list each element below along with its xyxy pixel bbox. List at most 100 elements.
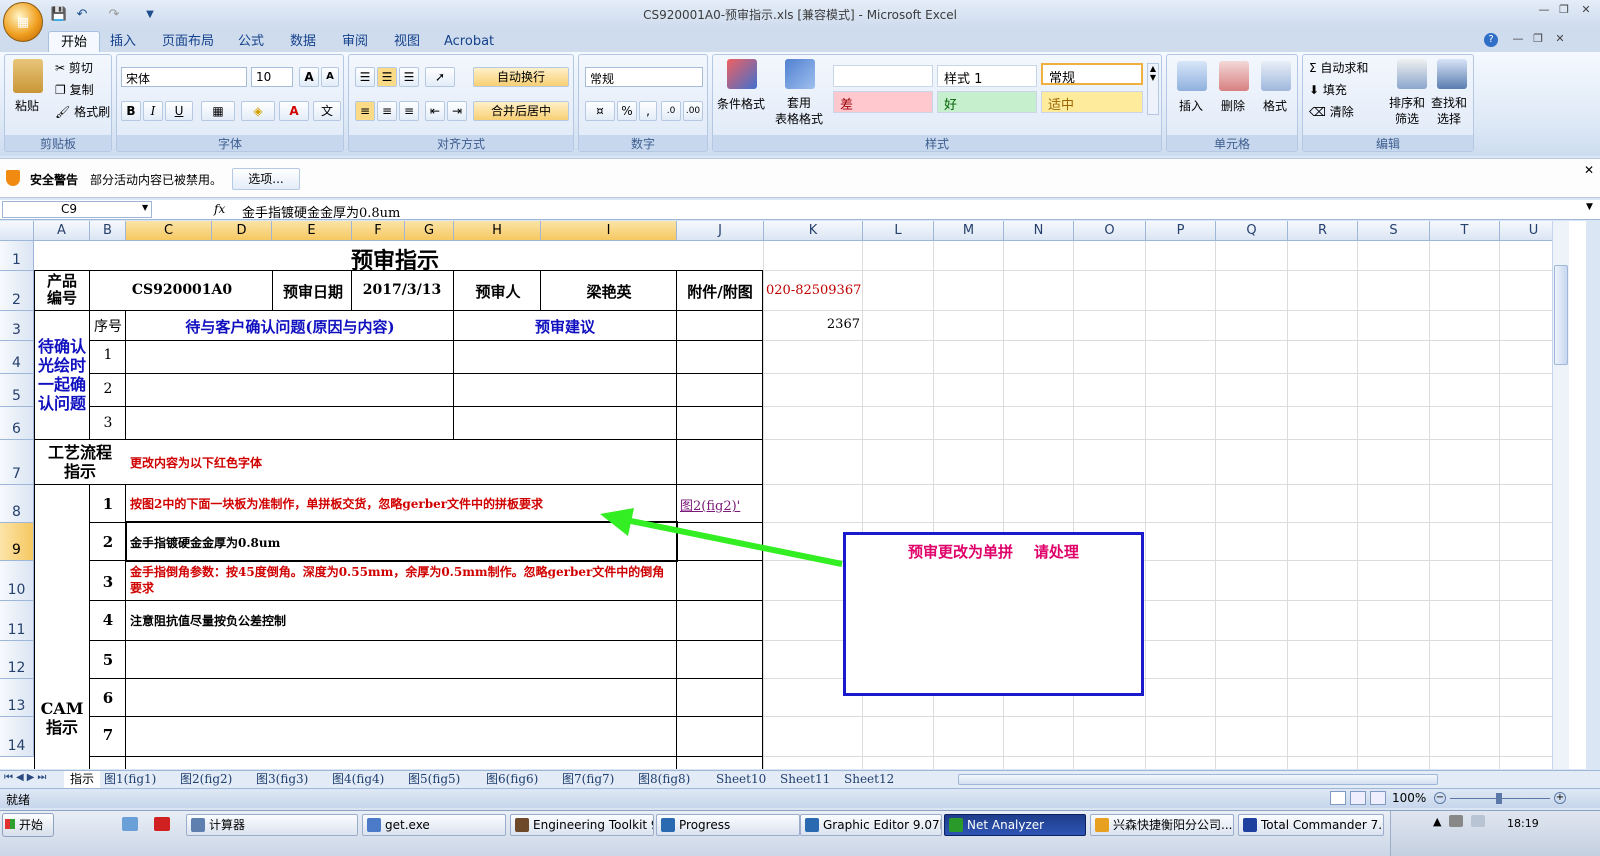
tab-acrobat[interactable]: Acrobat — [432, 31, 506, 52]
sheet-tab[interactable]: Sheet11 — [780, 771, 830, 788]
green-arrow[interactable] — [590, 506, 850, 576]
font-color-button[interactable]: A — [279, 101, 309, 121]
format-as-table-button[interactable]: 套用 表格格式 — [775, 95, 823, 127]
underline-button[interactable]: U — [165, 101, 193, 121]
tab-page-layout[interactable]: 页面布局 — [150, 31, 226, 52]
row-header[interactable]: 6 — [0, 407, 34, 440]
undo-icon[interactable]: ↶ — [72, 5, 92, 23]
sheet-tab[interactable]: 图6(fig6) — [486, 771, 538, 788]
align-top-button[interactable]: ☰ — [355, 67, 375, 87]
conditional-format-button[interactable]: 条件格式 — [717, 95, 765, 112]
select-all-corner[interactable] — [0, 221, 34, 241]
column-header[interactable]: O — [1074, 221, 1146, 241]
horizontal-scroll-thumb[interactable] — [958, 774, 1438, 785]
formula-expand-icon[interactable]: ▼ — [1586, 202, 1593, 212]
tray-network-icon[interactable] — [1449, 815, 1463, 827]
find-select-button[interactable]: 查找和 选择 — [1431, 95, 1467, 127]
style-normal-cell[interactable]: 常规 — [1041, 63, 1143, 86]
shrink-font-button[interactable]: A — [321, 67, 339, 87]
sort-filter-icon[interactable] — [1397, 59, 1427, 89]
copy-button[interactable]: ❐ 复制 — [55, 81, 94, 98]
vertical-scroll-thumb[interactable] — [1554, 265, 1568, 365]
taskbar-item[interactable]: Engineering Toolkit 9.... — [510, 814, 654, 836]
wrap-text-button[interactable]: 自动换行 — [473, 67, 569, 87]
row-header[interactable]: 11 — [0, 601, 34, 641]
workbook-close-icon[interactable]: ✕ — [1552, 32, 1568, 46]
conditional-format-icon[interactable] — [727, 59, 757, 89]
style-1-cell[interactable]: 样式 1 — [937, 65, 1037, 87]
sheet-tab[interactable]: 图2(fig2) — [180, 771, 232, 788]
row-header[interactable]: 8 — [0, 485, 34, 523]
column-header[interactable]: J — [677, 221, 764, 241]
formula-input[interactable]: 金手指镀硬金金厚为0.8um — [242, 202, 400, 221]
column-header[interactable]: R — [1288, 221, 1358, 241]
paste-button[interactable]: 粘贴 — [15, 97, 39, 114]
sheet-tab[interactable]: Sheet12 — [844, 771, 894, 788]
tab-review[interactable]: 审阅 — [330, 31, 380, 52]
sheet-tab[interactable]: Sheet10 — [716, 771, 766, 788]
tab-insert[interactable]: 插入 — [98, 31, 148, 52]
style-bad-cell[interactable]: 差 — [833, 91, 933, 113]
delete-cells-button[interactable]: 删除 — [1221, 97, 1245, 114]
row-header[interactable]: 10 — [0, 561, 34, 601]
tray-expand-icon[interactable]: ▲ — [1433, 815, 1441, 828]
page-layout-view-icon[interactable] — [1350, 791, 1366, 805]
sheet-nav-arrows-icon[interactable]: ⏮◀▶⏭ — [4, 772, 49, 783]
row-header[interactable]: 5 — [0, 374, 34, 407]
sheet-tab[interactable]: 图7(fig7) — [562, 771, 614, 788]
vertical-scrollbar[interactable] — [1552, 221, 1569, 769]
ribbon-restore-icon[interactable]: ❐ — [1530, 32, 1546, 46]
row-header[interactable]: 1 — [0, 241, 34, 271]
column-header[interactable]: Q — [1216, 221, 1288, 241]
sort-filter-button[interactable]: 排序和 筛选 — [1389, 95, 1425, 127]
row-header[interactable]: 12 — [0, 641, 34, 679]
cut-button[interactable]: ✂ 剪切 — [55, 59, 93, 76]
taskbar-item[interactable]: 计算器 — [186, 814, 358, 836]
security-options-button[interactable]: 选项... — [232, 168, 300, 190]
row-header[interactable]: 14 — [0, 717, 34, 757]
increase-indent-button[interactable]: ⇥ — [447, 101, 467, 121]
name-box[interactable]: C9 — [2, 201, 152, 218]
security-close-icon[interactable]: ✕ — [1584, 163, 1594, 177]
clear-button[interactable]: ⌫ 清除 — [1309, 103, 1354, 120]
normal-view-icon[interactable] — [1330, 791, 1346, 805]
font-name-combo[interactable]: 宋体 — [121, 67, 247, 87]
tab-view[interactable]: 视图 — [382, 31, 432, 52]
close-icon[interactable]: ✕ — [1578, 3, 1594, 17]
column-header[interactable]: C — [126, 221, 212, 241]
merge-center-button[interactable]: 合并后居中 — [473, 101, 569, 121]
zoom-in-icon[interactable]: + — [1554, 792, 1566, 804]
format-painter-button[interactable]: 🖌 格式刷 — [55, 103, 110, 120]
taskbar-item[interactable]: Total Commander 7.0 ... — [1238, 814, 1384, 836]
taskbar-item[interactable]: 兴森快捷衡阳分公司... — [1090, 814, 1234, 836]
tab-formulas[interactable]: 公式 — [226, 31, 276, 52]
row-header[interactable]: 2 — [0, 271, 34, 311]
grow-font-button[interactable]: A — [299, 67, 319, 87]
name-box-dropdown-icon[interactable]: ▼ — [142, 203, 148, 212]
column-header[interactable]: D — [212, 221, 272, 241]
row-header[interactable]: 7 — [0, 440, 34, 485]
row-header[interactable]: 13 — [0, 679, 34, 717]
accounting-format-button[interactable]: ¤ — [585, 101, 615, 121]
help-icon[interactable]: ? — [1484, 33, 1498, 47]
row-header[interactable]: 3 — [0, 311, 34, 341]
tab-home[interactable]: 开始 — [48, 31, 101, 52]
column-header[interactable]: G — [405, 221, 454, 241]
format-as-table-icon[interactable] — [785, 59, 815, 89]
fill-color-button[interactable]: ◈ — [241, 101, 275, 121]
tab-data[interactable]: 数据 — [278, 31, 328, 52]
align-middle-button[interactable]: ☰ — [377, 67, 397, 87]
sheet-tab[interactable]: 图4(fig4) — [332, 771, 384, 788]
sheet-tab[interactable]: 图5(fig5) — [408, 771, 460, 788]
align-left-button[interactable]: ≡ — [355, 101, 375, 121]
worksheet-grid[interactable]: ABCDEFGHIJKLMNOPQRSTU 1 2 3 4 5 6 7 8 9 10 11 12 13 1… — [0, 221, 1586, 769]
sheet-tab[interactable]: 指示 — [64, 771, 101, 788]
page-break-view-icon[interactable] — [1370, 791, 1386, 805]
fx-icon[interactable]: fx — [214, 202, 225, 216]
decrease-decimal-button[interactable]: .00 — [683, 101, 703, 121]
sheet-tab[interactable]: 图3(fig3) — [256, 771, 308, 788]
number-format-combo[interactable]: 常规 — [585, 67, 703, 87]
tray-signal-icon[interactable] — [1471, 815, 1485, 827]
orientation-button[interactable]: ➚ — [425, 67, 455, 87]
styles-scroll-icon[interactable]: ▲ ▼ — [1147, 63, 1159, 115]
